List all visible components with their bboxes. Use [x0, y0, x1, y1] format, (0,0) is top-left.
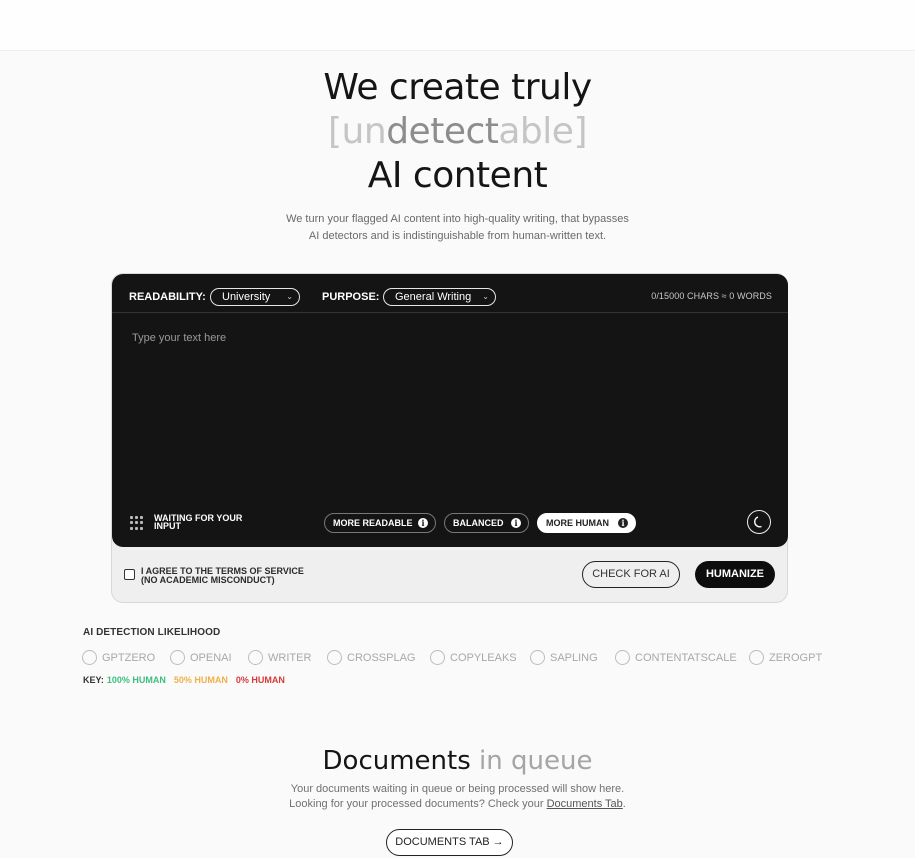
chevron-down-icon: ⌄ [286, 292, 293, 301]
detector-label: SAPLING [550, 652, 598, 664]
readability-label: READABILITY: [129, 291, 206, 303]
key-0-human: 0% HUMAN [235, 675, 285, 685]
detector-label: ZEROGPT [769, 652, 823, 664]
info-icon[interactable]: i [618, 518, 628, 528]
editor-panel: READABILITY: University ⌄ PURPOSE: Gener… [112, 274, 788, 547]
check-for-ai-button[interactable]: CHECK FOR AI [582, 561, 680, 588]
mode-more-readable-button[interactable]: MORE READABLE i [324, 513, 436, 533]
purpose-label: PURPOSE: [322, 291, 380, 303]
status-ring-icon [82, 650, 97, 665]
subtitle-line-2: AI detectors and is indistinguishable fr… [308, 230, 607, 242]
hero-subtitle: We turn your flagged AI content into hig… [0, 211, 915, 245]
detector-label: GPTZERO [102, 652, 156, 664]
editor-toolbar: READABILITY: University ⌄ PURPOSE: Gener… [112, 274, 788, 313]
mode-more-human-button[interactable]: MORE HUMAN i [537, 513, 636, 533]
purpose-value: General Writing [395, 291, 472, 303]
hero-line-1: We create truly [323, 67, 592, 108]
detector-contentatscale: CONTENTATSCALE [615, 649, 737, 667]
status-ring-icon [170, 650, 185, 665]
detection-title: AI DETECTION LIKELIHOOD [83, 627, 221, 638]
documents-title: Documents in queue [0, 744, 915, 778]
documents-line-2: Looking for your processed documents? Ch… [0, 797, 915, 812]
info-icon[interactable]: i [511, 518, 521, 528]
status-ring-icon [615, 650, 630, 665]
loading-dots-icon [130, 516, 144, 530]
hero-line-2-prefix: [un [328, 111, 387, 152]
mode-label: MORE READABLE [333, 518, 413, 528]
status-ring-icon [327, 650, 342, 665]
mode-balanced-button[interactable]: BALANCED i [444, 513, 529, 533]
text-input[interactable]: Type your text here [132, 332, 226, 344]
status-text: WAITING FOR YOUR INPUT [154, 513, 243, 531]
status-ring-icon [749, 650, 764, 665]
documents-tab-button[interactable]: DOCUMENTS TAB → [386, 829, 513, 856]
top-navigation-bar [0, 0, 915, 51]
status-ring-icon [248, 650, 263, 665]
documents-line-1: Your documents waiting in queue or being… [290, 783, 625, 795]
humanize-button[interactable]: HUMANIZE [695, 561, 775, 588]
detector-crossplag: CROSSPLAG [327, 649, 415, 667]
readability-select[interactable]: University ⌄ [210, 288, 300, 306]
detector-label: OPENAI [190, 652, 232, 664]
subtitle-line-1: We turn your flagged AI content into hig… [286, 213, 629, 225]
hero-line-2: [undetectable] [0, 110, 915, 154]
char-counter: 0/15000 CHARS ≈ 0 WORDS [651, 291, 772, 301]
terms-checkbox[interactable] [124, 569, 135, 580]
status-ring-icon [530, 650, 545, 665]
documents-title-main: Documents [322, 746, 471, 776]
humanizer-card: READABILITY: University ⌄ PURPOSE: Gener… [111, 273, 788, 603]
detector-openai: OPENAI [170, 649, 232, 667]
hero-line-2-suffix: able] [498, 111, 587, 152]
chevron-down-icon: ⌄ [482, 292, 489, 301]
moon-icon [754, 516, 762, 528]
terms-label-line-2: (NO ACADEMIC MISCONDUCT) [141, 575, 275, 585]
detector-label: CONTENTATSCALE [635, 652, 737, 664]
mode-label: BALANCED [453, 518, 504, 528]
documents-line-2-text: Looking for your processed documents? Ch… [289, 798, 547, 810]
documents-title-sub: in queue [479, 746, 593, 776]
detector-sapling: SAPLING [530, 649, 598, 667]
purpose-select[interactable]: General Writing ⌄ [383, 288, 496, 306]
key-label: KEY: [83, 675, 104, 685]
info-icon[interactable]: i [418, 518, 428, 528]
key-50-human: 50% HUMAN [173, 675, 228, 685]
terms-label: I AGREE TO THE TERMS OF SERVICE (NO ACAD… [141, 567, 341, 585]
detector-copyleaks: COPYLEAKS [430, 649, 517, 667]
key-100-human: 100% HUMAN [106, 675, 166, 685]
hero-heading: We create truly [undetectable] AI conten… [0, 66, 915, 198]
documents-line-2-suffix: . [622, 798, 626, 810]
theme-toggle-button[interactable] [747, 510, 771, 534]
mode-label: MORE HUMAN [546, 518, 609, 528]
documents-tab-link[interactable]: Documents Tab [547, 798, 623, 810]
hero-line-2-mid: detect [386, 111, 499, 152]
detector-label: CROSSPLAG [347, 652, 416, 664]
detector-zerogpt: ZEROGPT [749, 649, 822, 667]
detector-writer: WRITER [248, 649, 311, 667]
documents-description: Your documents waiting in queue or being… [0, 782, 915, 812]
detection-key: KEY: 100% HUMAN 50% HUMAN 0% HUMAN [83, 675, 293, 685]
detector-label: COPYLEAKS [450, 652, 517, 664]
status-ring-icon [430, 650, 445, 665]
readability-value: University [222, 291, 271, 303]
detector-label: WRITER [268, 652, 312, 664]
hero-line-3: AI content [367, 155, 548, 196]
detector-gptzero: GPTZERO [82, 649, 155, 667]
